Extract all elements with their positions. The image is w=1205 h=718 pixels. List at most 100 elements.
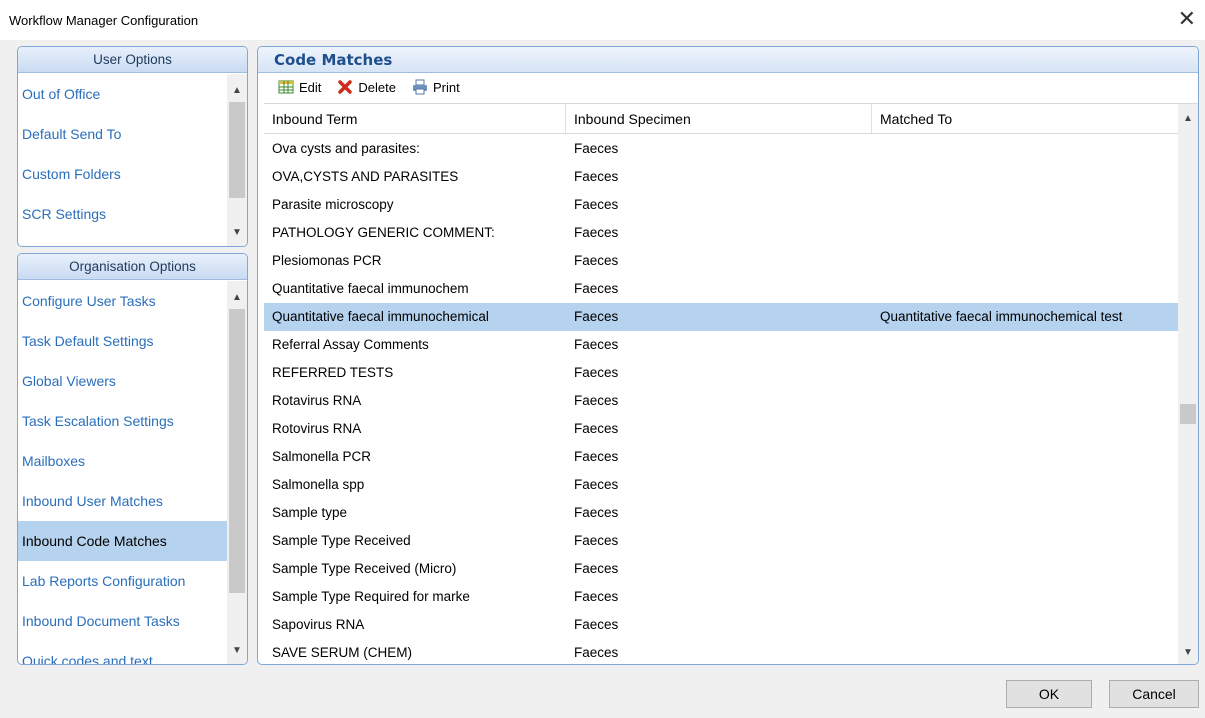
cell-inbound-specimen: Faeces <box>574 645 619 660</box>
ok-button[interactable]: OK <box>1006 680 1092 708</box>
sidebar-item-quick-codes-and-text[interactable]: Quick codes and text <box>18 641 227 664</box>
scroll-thumb[interactable] <box>1180 404 1196 424</box>
table-row[interactable]: Salmonella spp Faeces <box>264 471 1178 499</box>
toolbar: Edit Delete Print <box>258 73 1198 101</box>
cell-inbound-specimen: Faeces <box>574 421 619 436</box>
cancel-button[interactable]: Cancel <box>1109 680 1199 708</box>
table-row[interactable]: Sample Type Required for marke Faeces <box>264 583 1178 611</box>
table-row[interactable]: Quantitative faecal immunochem Faeces <box>264 275 1178 303</box>
sidebar-item-out-of-office[interactable]: Out of Office <box>18 74 227 114</box>
sidebar-item-inbound-document-tasks[interactable]: Inbound Document Tasks <box>18 601 227 641</box>
sidebar-item-task-default-settings[interactable]: Task Default Settings <box>18 321 227 361</box>
cell-inbound-term: Ova cysts and parasites: <box>272 141 420 156</box>
cell-matched-to <box>872 387 1178 415</box>
cell-inbound-specimen: Faeces <box>574 365 619 380</box>
cell-inbound-term: Sample Type Received (Micro) <box>272 561 457 576</box>
sidebar-item-scr-settings[interactable]: SCR Settings <box>18 194 227 234</box>
table-row[interactable]: Sample type Faeces <box>264 499 1178 527</box>
cell-inbound-term: SAVE SERUM (CHEM) <box>272 645 413 660</box>
table-row[interactable]: Rotovirus RNA Faeces <box>264 415 1178 443</box>
cell-matched-to: Quantitative faecal immunochemical test <box>880 309 1123 324</box>
sidebar-item-mailboxes[interactable]: Mailboxes <box>18 441 227 481</box>
table-row[interactable]: Rotavirus RNA Faeces <box>264 387 1178 415</box>
cell-matched-to <box>872 415 1178 443</box>
table-row[interactable]: Referral Assay Comments Faeces <box>264 331 1178 359</box>
table-row[interactable]: Sample Type Received (Micro) Faeces <box>264 555 1178 583</box>
user-options-list: Out of Office Default Send To Custom Folde… <box>18 74 227 246</box>
scroll-thumb[interactable] <box>229 102 245 198</box>
scroll-down-icon[interactable]: ▼ <box>227 224 247 242</box>
scroll-up-icon[interactable]: ▲ <box>1178 110 1198 128</box>
scroll-thumb[interactable] <box>229 309 245 593</box>
cell-inbound-specimen: Faeces <box>574 253 619 268</box>
sidebar-item-default-send-to[interactable]: Default Send To <box>18 114 227 154</box>
table-row[interactable]: SAVE SERUM (CHEM) Faeces <box>264 639 1178 664</box>
table-row[interactable]: REFERRED TESTS Faeces <box>264 359 1178 387</box>
code-matches-grid: Inbound Term Inbound Specimen Matched To… <box>264 103 1198 664</box>
cell-inbound-term: REFERRED TESTS <box>272 365 394 380</box>
cell-inbound-term: Sapovirus RNA <box>272 617 365 632</box>
sidebar-item-task-escalation-settings[interactable]: Task Escalation Settings <box>18 401 227 441</box>
table-row[interactable]: Plesiomonas PCR Faeces <box>264 247 1178 275</box>
cell-inbound-specimen: Faeces <box>574 141 619 156</box>
table-row[interactable]: Ova cysts and parasites: Faeces <box>264 135 1178 163</box>
sidebar-item-global-viewers[interactable]: Global Viewers <box>18 361 227 401</box>
cell-inbound-term: OVA,CYSTS AND PARASITES <box>272 169 459 184</box>
table-row[interactable]: Quantitative faecal immunochemical Faeces… <box>264 303 1178 331</box>
sidebar-item-custom-folders[interactable]: Custom Folders <box>18 154 227 194</box>
cell-inbound-specimen: Faeces <box>574 533 619 548</box>
sidebar-item-inbound-code-matches[interactable]: Inbound Code Matches <box>18 521 227 561</box>
cell-inbound-specimen: Faeces <box>574 393 619 408</box>
sidebar-item-inbound-user-matches[interactable]: Inbound User Matches <box>18 481 227 521</box>
cell-inbound-specimen: Faeces <box>574 449 619 464</box>
table-row[interactable]: Sapovirus RNA Faeces <box>264 611 1178 639</box>
cell-inbound-term: Salmonella PCR <box>272 449 372 464</box>
column-header-matched-to[interactable]: Matched To <box>872 104 1178 133</box>
column-header-inbound-specimen[interactable]: Inbound Specimen <box>566 104 872 133</box>
cell-inbound-term: Sample type <box>272 505 348 520</box>
grid-scrollbar[interactable]: ▲ ▼ <box>1178 104 1198 664</box>
table-row[interactable]: PATHOLOGY GENERIC COMMENT: Faeces <box>264 219 1178 247</box>
column-header-inbound-term[interactable]: Inbound Term <box>264 104 566 133</box>
scroll-up-icon[interactable]: ▲ <box>227 289 247 307</box>
cell-inbound-term: Parasite microscopy <box>272 197 394 212</box>
edit-button[interactable]: Edit <box>278 79 321 95</box>
sidebar-item-configure-user-tasks[interactable]: Configure User Tasks <box>18 281 227 321</box>
cell-matched-to <box>872 583 1178 611</box>
scroll-down-icon[interactable]: ▼ <box>227 642 247 660</box>
user-options-scrollbar[interactable]: ▲ ▼ <box>227 74 247 246</box>
cell-matched-to <box>872 443 1178 471</box>
print-label: Print <box>432 79 460 95</box>
cell-inbound-term: Salmonella spp <box>272 477 365 492</box>
grid-header: Inbound Term Inbound Specimen Matched To <box>264 104 1178 134</box>
table-row[interactable]: Parasite microscopy Faeces <box>264 191 1178 219</box>
cell-inbound-term: Sample Type Required for marke <box>272 589 470 604</box>
org-options-scrollbar[interactable]: ▲ ▼ <box>227 281 247 664</box>
cell-inbound-specimen: Faeces <box>574 225 619 240</box>
delete-button[interactable]: Delete <box>337 79 396 95</box>
cell-inbound-term: Referral Assay Comments <box>272 337 429 352</box>
cell-matched-to <box>872 611 1178 639</box>
print-button[interactable]: Print <box>412 79 460 95</box>
cell-inbound-specimen: Faeces <box>574 197 619 212</box>
table-row[interactable]: OVA,CYSTS AND PARASITES Faeces <box>264 163 1178 191</box>
scroll-up-icon[interactable]: ▲ <box>227 82 247 100</box>
edit-label: Edit <box>299 79 322 95</box>
close-icon[interactable]: ✕ <box>1178 8 1196 30</box>
red-x-icon <box>337 79 353 95</box>
table-row[interactable]: Salmonella PCR Faeces <box>264 443 1178 471</box>
sidebar-item-lab-reports-configuration[interactable]: Lab Reports Configuration <box>18 561 227 601</box>
scroll-down-icon[interactable]: ▼ <box>1178 644 1198 662</box>
org-options-panel: Organisation Options Configure User Task… <box>17 253 248 665</box>
table-row[interactable]: Sample Type Received Faeces <box>264 527 1178 555</box>
cell-inbound-specimen: Faeces <box>574 309 619 324</box>
cell-inbound-specimen: Faeces <box>574 281 619 296</box>
user-options-header: User Options <box>18 47 247 73</box>
cell-matched-to <box>872 247 1178 275</box>
cell-matched-to <box>872 555 1178 583</box>
cell-matched-to <box>872 471 1178 499</box>
cell-inbound-term: Sample Type Received <box>272 533 411 548</box>
cell-inbound-term: Plesiomonas PCR <box>272 253 382 268</box>
cell-inbound-term: Quantitative faecal immunochem <box>272 281 469 296</box>
cell-matched-to <box>872 527 1178 555</box>
